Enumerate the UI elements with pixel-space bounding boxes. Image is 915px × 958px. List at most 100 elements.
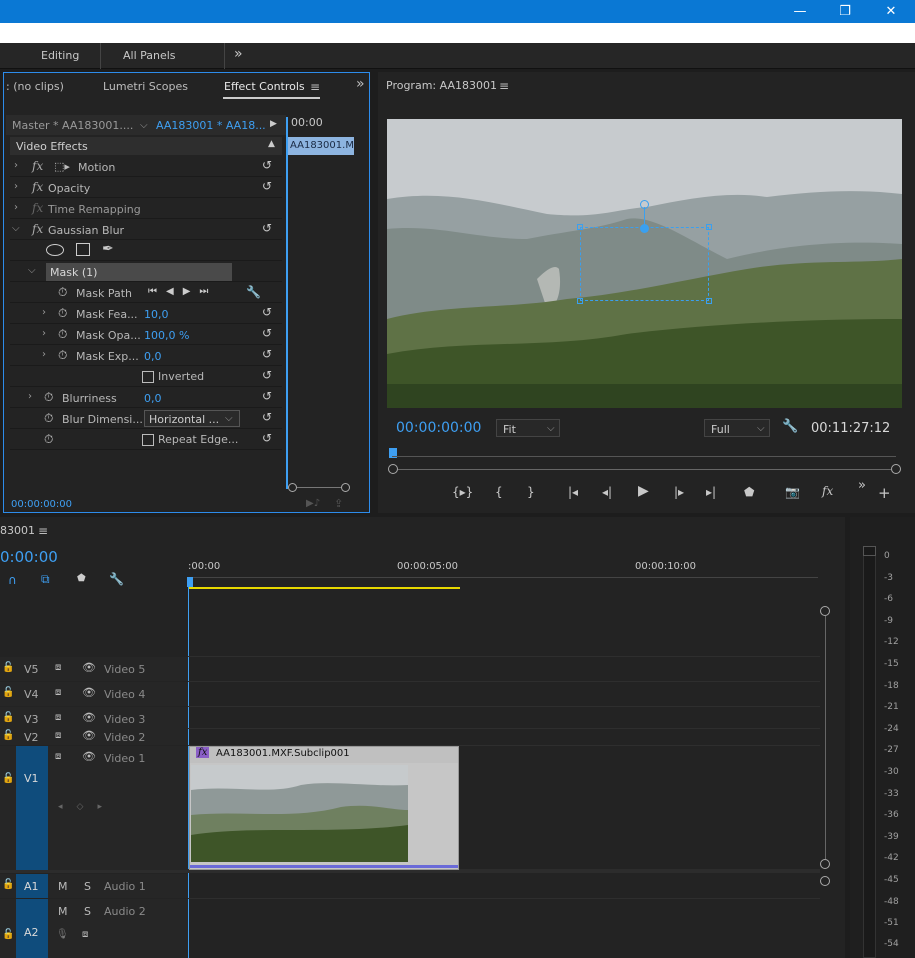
mask-name[interactable]: Mask (1)	[50, 266, 97, 279]
program-video-frame[interactable]	[387, 119, 902, 408]
sync-lock-icon[interactable]: ⧈	[55, 662, 61, 673]
transform-icon[interactable]: ⬚▸	[54, 160, 70, 173]
panel-overflow-button[interactable]: »	[356, 76, 365, 92]
wrench-icon[interactable]: 🔧	[246, 285, 261, 299]
fit-zoom-select[interactable]: Fit ⌵	[496, 419, 560, 437]
inverted-checkbox[interactable]: Inverted	[142, 370, 204, 383]
workspace-overflow-button[interactable]: »	[234, 46, 243, 62]
lock-icon[interactable]: 🔓	[2, 662, 14, 673]
expand-chevron-icon[interactable]: ›	[14, 181, 18, 192]
inverted-row[interactable]: Inverted ↺	[10, 367, 282, 387]
track-v4-label[interactable]: V4	[24, 688, 39, 701]
mask-track-controls[interactable]: ⏮◀▶⏭	[148, 286, 217, 297]
lock-icon[interactable]: 🔓	[2, 929, 14, 940]
reset-icon[interactable]: ↺	[262, 347, 272, 361]
solo-button[interactable]: S	[84, 905, 91, 918]
sync-lock-icon[interactable]: ⧈	[55, 751, 61, 762]
repeat-edge-row[interactable]: ⏱ Repeat Edge... ↺	[10, 430, 282, 450]
track-a1-label[interactable]: A1	[24, 880, 39, 893]
expand-chevron-icon[interactable]: ›	[42, 349, 46, 360]
reset-icon[interactable]: ↺	[262, 221, 272, 235]
mask-feather-row[interactable]: › ⏱ Mask Fea... 10,0 ↺	[10, 304, 282, 324]
mask-rotate-handle[interactable]	[640, 200, 649, 209]
eye-icon[interactable]: 👁	[82, 729, 96, 742]
linked-selection-icon[interactable]: ⧉	[41, 572, 50, 587]
timeline-settings-wrench-icon[interactable]: 🔧	[109, 572, 124, 586]
program-timecode[interactable]: 00:00:00:00	[396, 420, 481, 436]
effect-row-opacity[interactable]: › fx Opacity ↺	[10, 178, 282, 198]
panel-menu-icon[interactable]: ≡	[38, 524, 48, 538]
checkbox-icon[interactable]	[142, 371, 154, 383]
stopwatch-icon[interactable]: ⏱	[44, 411, 53, 426]
sync-lock-icon[interactable]: ⧈	[55, 712, 61, 723]
collapse-chevron-icon[interactable]: ⌵	[12, 223, 20, 234]
play-arrow-icon[interactable]: ▶	[270, 119, 277, 129]
workspace-tab-editing[interactable]: Editing	[41, 49, 79, 62]
mask-vertex[interactable]	[577, 224, 583, 230]
step-back-icon[interactable]: ◂|	[602, 485, 612, 499]
marker-icon[interactable]: ⬟	[744, 485, 754, 499]
mute-button[interactable]: M	[58, 905, 68, 918]
mask-expansion-value[interactable]: 0,0	[144, 350, 162, 363]
track-v3-label[interactable]: V3	[24, 713, 39, 726]
export-icon[interactable]: ⇪	[334, 497, 343, 510]
collapse-chevron-icon[interactable]: ⌵	[28, 265, 36, 276]
restore-button[interactable]: ❐	[822, 0, 868, 23]
mask-vertex[interactable]	[706, 224, 712, 230]
zoom-handle-left[interactable]	[388, 464, 398, 474]
audio-scroll-handle[interactable]	[820, 876, 830, 886]
mask-feather-handle[interactable]	[640, 224, 649, 233]
voiceover-record-icon[interactable]: ⧈	[82, 929, 88, 940]
blur-dimensions-select[interactable]: Horizontal ... ⌵	[144, 410, 240, 427]
panel-menu-icon[interactable]: ≡	[499, 79, 509, 93]
reset-icon[interactable]: ↺	[262, 326, 272, 340]
blurriness-row[interactable]: › ⏱ Blurriness 0,0 ↺	[10, 388, 282, 408]
stopwatch-icon[interactable]: ⏱	[58, 327, 67, 342]
lock-icon[interactable]: 🔓	[2, 687, 14, 698]
ec-timecode[interactable]: 00:00:00:00	[11, 499, 72, 510]
work-area-bar[interactable]	[188, 587, 460, 589]
pen-mask-icon[interactable]: ✒	[102, 241, 114, 257]
zoom-handle-left[interactable]	[288, 483, 297, 492]
workspace-tab-all-panels[interactable]: All Panels	[123, 49, 176, 62]
snap-magnet-icon[interactable]: ∩	[8, 573, 17, 587]
sync-lock-icon[interactable]: ⧈	[55, 687, 61, 698]
rectangle-mask-icon[interactable]	[76, 243, 90, 256]
program-title[interactable]: Program: AA183001	[386, 79, 497, 92]
mask-vertex[interactable]	[706, 298, 712, 304]
mute-button[interactable]: M	[58, 880, 68, 893]
add-marker-icon[interactable]: ⬟	[77, 573, 86, 584]
tab-effect-controls[interactable]: Effect Controls	[224, 80, 305, 93]
mask-vertex[interactable]	[577, 298, 583, 304]
ec-zoom-scrollbar[interactable]	[288, 483, 350, 492]
lock-icon[interactable]: 🔓	[2, 712, 14, 723]
mask-opacity-row[interactable]: › ⏱ Mask Opa... 100,0 % ↺	[10, 325, 282, 345]
expand-chevron-icon[interactable]: ›	[14, 160, 18, 171]
mask-expansion-row[interactable]: › ⏱ Mask Exp... 0,0 ↺	[10, 346, 282, 366]
stopwatch-icon[interactable]: ⏱	[44, 432, 53, 447]
sync-lock-icon[interactable]: ⧈	[55, 730, 61, 741]
reset-icon[interactable]: ↺	[262, 179, 272, 193]
expand-chevron-icon[interactable]: ›	[42, 328, 46, 339]
panel-menu-icon[interactable]: ≡	[310, 80, 320, 94]
mask-feather-value[interactable]: 10,0	[144, 308, 169, 321]
chevron-down-icon[interactable]: ⌵	[140, 120, 148, 131]
stopwatch-icon[interactable]: ⏱	[44, 390, 53, 405]
minimize-button[interactable]: —	[777, 0, 823, 23]
go-to-out-icon[interactable]: ▸|	[706, 485, 716, 499]
eye-icon[interactable]: 👁	[82, 750, 96, 763]
fx-toggle-icon[interactable]: fx	[822, 484, 833, 498]
close-button[interactable]: ✕	[868, 0, 914, 23]
effect-row-motion[interactable]: › fx ⬚▸ Motion ↺	[10, 157, 282, 177]
timeline-clip[interactable]: fx AA183001.MXF.Subclip001	[189, 746, 459, 870]
go-to-in-icon[interactable]: |◂	[568, 485, 578, 499]
microphone-icon[interactable]: 🎙	[56, 929, 69, 940]
stopwatch-icon[interactable]: ⏱	[58, 348, 67, 363]
timeline-timecode[interactable]: 0:00:00	[0, 548, 58, 566]
expand-chevron-icon[interactable]: ›	[28, 391, 32, 402]
ec-clip-block[interactable]: AA183001.M	[288, 137, 354, 155]
sequence-clip-label[interactable]: AA183001 * AA18...	[156, 119, 266, 132]
zoom-handle-right[interactable]	[341, 483, 350, 492]
expand-chevron-icon[interactable]: ›	[14, 202, 18, 213]
expand-chevron-icon[interactable]: ›	[42, 307, 46, 318]
